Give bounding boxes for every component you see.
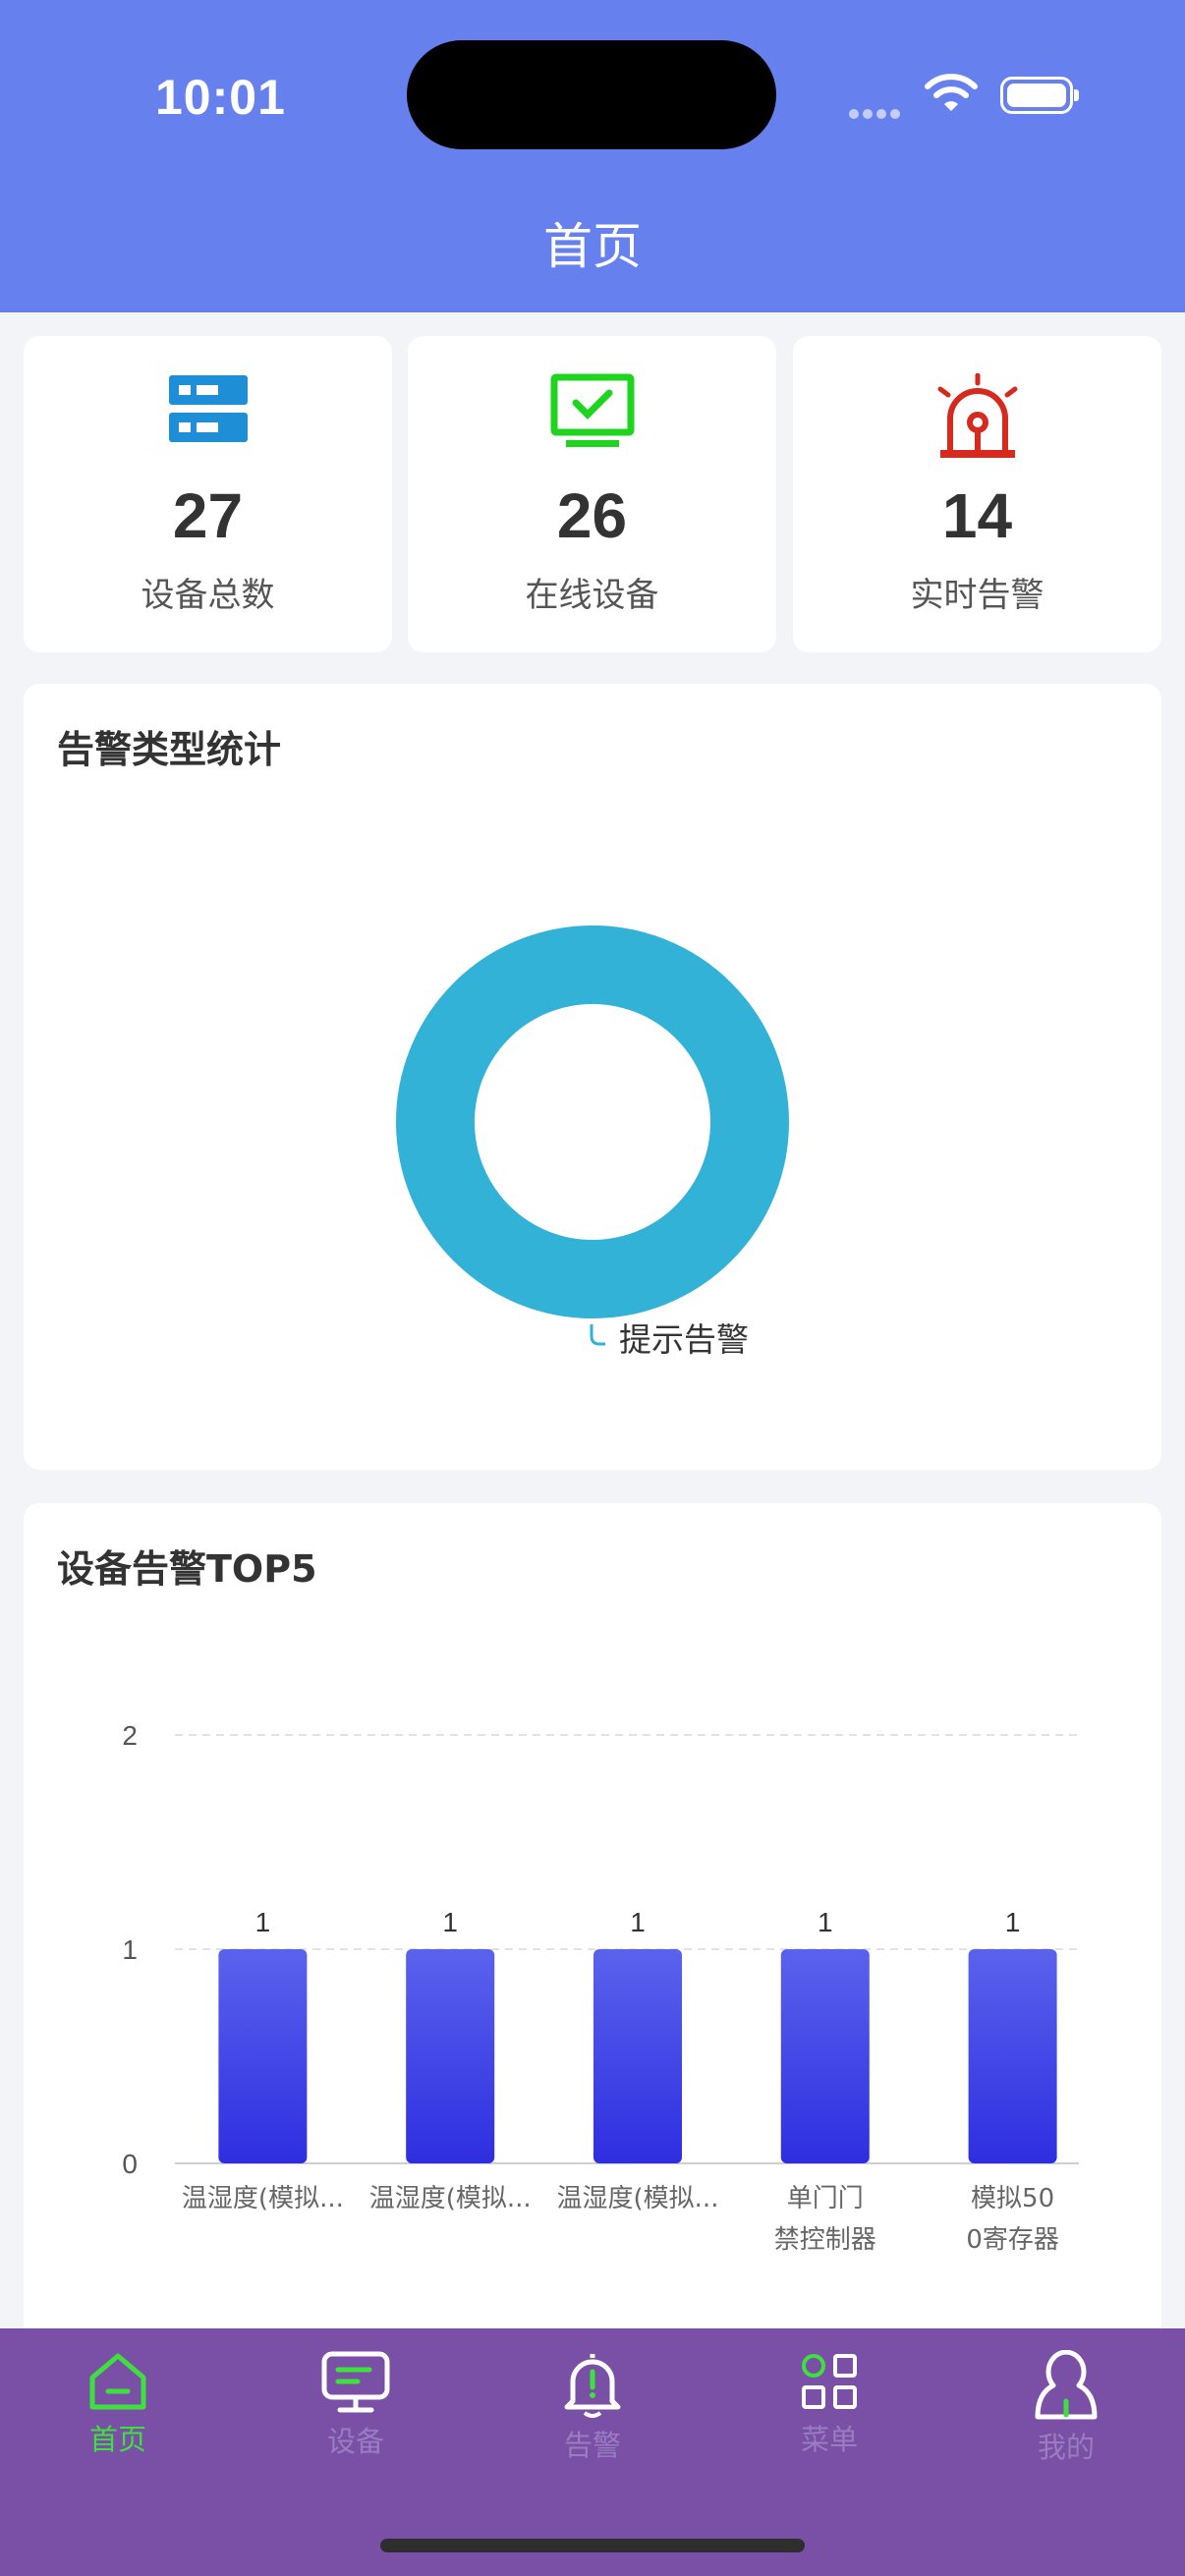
y-tick-label: 0 <box>122 2149 138 2179</box>
donut-chart: 提示告警 <box>396 925 789 1359</box>
stat-label: 在线设备 <box>525 576 659 615</box>
bar-value-label: 1 <box>1005 1907 1021 1937</box>
stat-value: 26 <box>556 480 628 551</box>
stat-card-realtime-alarms[interactable]: 14 实时告警 <box>793 336 1161 652</box>
wifi-icon <box>925 74 978 111</box>
bar[interactable] <box>218 1949 308 2163</box>
y-tick-label: 2 <box>122 1720 138 1751</box>
user-icon <box>1035 2350 1098 2420</box>
signal-icon <box>849 104 904 123</box>
tab-home[interactable]: 首页 <box>39 2350 197 2458</box>
bar-value-label: 1 <box>255 1907 271 1937</box>
stat-value: 27 <box>172 480 244 551</box>
stat-label: 设备总数 <box>141 576 275 615</box>
pie-slice[interactable] <box>396 925 789 1318</box>
home-indicator <box>380 2539 805 2552</box>
device-icon <box>321 2351 390 2413</box>
bar-value-label: 1 <box>818 1907 833 1937</box>
tab-menu[interactable]: 菜单 <box>751 2350 908 2458</box>
stat-value: 14 <box>941 480 1013 551</box>
grid-menu-icon <box>802 2354 857 2409</box>
x-category-label: 温湿度(模拟... <box>182 2184 344 2213</box>
x-category-label: 禁控制器 <box>774 2225 876 2255</box>
tab-label: 菜单 <box>800 2423 858 2456</box>
label-leader-line <box>590 1324 605 1346</box>
monitor-check-icon <box>408 373 776 462</box>
server-icon <box>24 373 392 462</box>
tab-label: 首页 <box>88 2423 146 2456</box>
x-category-label: 模拟50 <box>971 2184 1054 2213</box>
bar-value-label: 1 <box>442 1907 458 1937</box>
tab-label: 告警 <box>563 2429 621 2462</box>
battery-icon <box>1000 77 1079 114</box>
dynamic-island <box>407 40 776 149</box>
x-category-label: 0寄存器 <box>966 2225 1059 2255</box>
tab-label: 设备 <box>326 2425 384 2458</box>
home-icon <box>89 2353 146 2410</box>
status-time: 10:01 <box>155 70 286 125</box>
bar[interactable] <box>968 1949 1057 2163</box>
alarm-light-icon <box>793 373 1161 462</box>
app-header: 10:01 首页 <box>0 0 1185 312</box>
bar-value-label: 1 <box>630 1907 646 1937</box>
tab-alarm[interactable]: 告警 <box>514 2350 671 2464</box>
device-alarm-card: 设备告警TOP5 0 1 2 1 温湿度(模拟... 1 温湿度(模拟... 1 温湿度(模拟.… <box>24 1503 1161 2348</box>
tab-label: 我的 <box>1037 2431 1095 2464</box>
stat-card-online-devices[interactable]: 26 在线设备 <box>408 336 776 652</box>
y-tick-label: 1 <box>122 1934 138 1965</box>
bar[interactable] <box>406 1949 495 2163</box>
pie-slice-label: 提示告警 <box>619 1320 749 1359</box>
x-category-label: 温湿度(模拟... <box>557 2184 719 2213</box>
x-category-label: 单门门 <box>787 2184 864 2213</box>
tab-mine[interactable]: 我的 <box>988 2350 1145 2466</box>
bar-chart: 0 1 2 1 温湿度(模拟... 1 温湿度(模拟... 1 温湿度(模拟... 1 单门门禁控制… <box>122 1720 1079 2255</box>
stat-card-total-devices[interactable]: 27 设备总数 <box>24 336 392 652</box>
bar[interactable] <box>593 1949 682 2163</box>
page-title: 首页 <box>543 218 642 275</box>
bar[interactable] <box>780 1949 870 2163</box>
alarm-type-card: 告警类型统计 提示告警 <box>24 684 1161 1470</box>
bell-alert-icon <box>564 2354 621 2418</box>
x-category-label: 温湿度(模拟... <box>369 2184 532 2213</box>
stat-label: 实时告警 <box>910 576 1044 615</box>
tab-device[interactable]: 设备 <box>277 2350 434 2460</box>
